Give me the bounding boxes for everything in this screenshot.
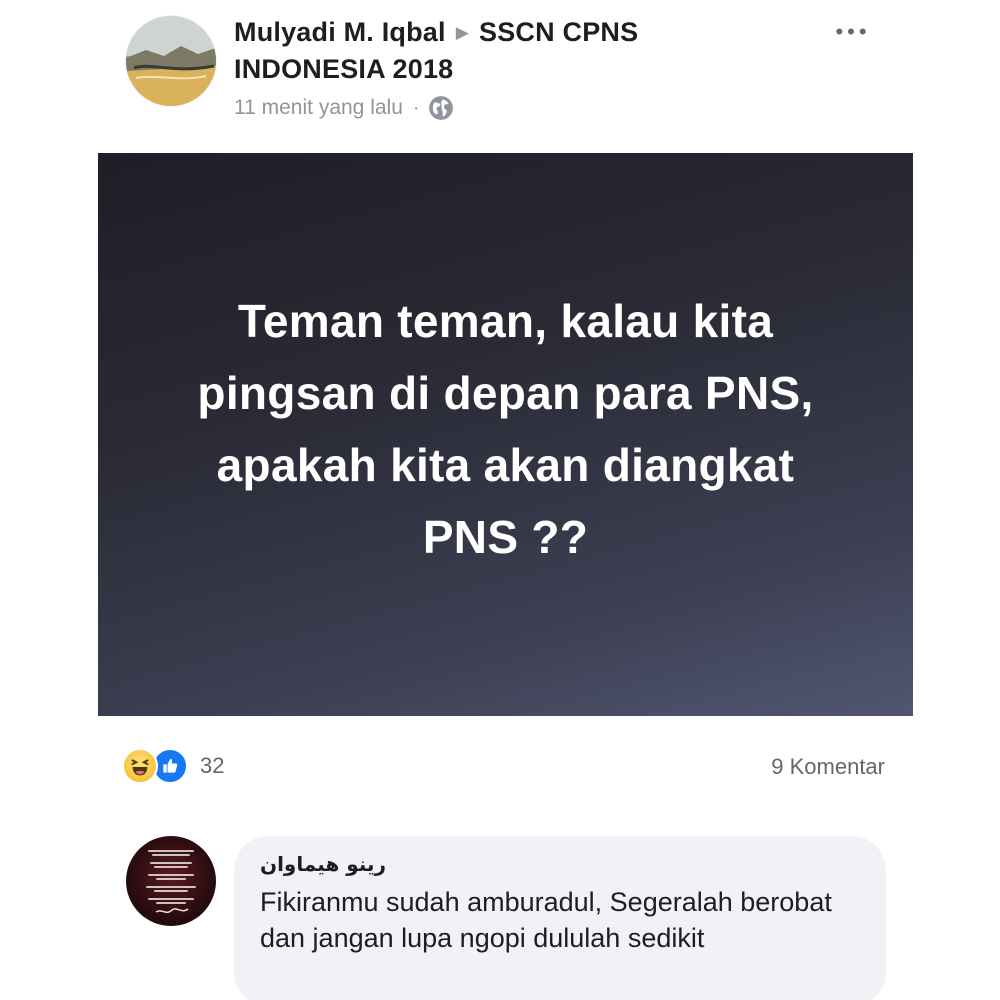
meta-separator: · xyxy=(412,96,420,119)
globe-icon[interactable] xyxy=(428,95,454,121)
post-text-card[interactable]: Teman teman, kalau kita pingsan di depan… xyxy=(98,153,913,716)
post-title-line: Mulyadi M. Iqbal ▶ SSCN CPNS xyxy=(234,14,794,51)
more-options-button[interactable]: ••• xyxy=(828,14,878,50)
post-meta: 11 menit yang lalu · xyxy=(234,95,794,121)
post-timestamp[interactable]: 11 menit yang lalu xyxy=(234,96,403,120)
group-name-line1[interactable]: SSCN CPNS xyxy=(479,17,638,47)
reactions-summary[interactable]: 32 xyxy=(122,748,224,784)
comment-text: Fikiranmu sudah amburadul, Segeralah ber… xyxy=(260,887,832,953)
post-card-text: Teman teman, kalau kita pingsan di depan… xyxy=(197,294,814,563)
quote-list-avatar-image xyxy=(146,850,196,914)
author-name[interactable]: Mulyadi M. Iqbal xyxy=(234,17,446,47)
facebook-post-view: Mulyadi M. Iqbal ▶ SSCN CPNS INDONESIA 201… xyxy=(0,0,1000,1000)
author-avatar[interactable] xyxy=(126,16,216,106)
comment-author-name[interactable]: رينو هيماوان xyxy=(260,850,860,878)
comments-count-link[interactable]: 9 Komentar xyxy=(771,754,885,780)
commenter-avatar[interactable] xyxy=(126,836,216,926)
reaction-count[interactable]: 32 xyxy=(200,753,224,779)
haha-reaction-icon xyxy=(122,748,158,784)
comment-bubble[interactable]: رينو هيماوان Fikiranmu sudah amburadul, … xyxy=(234,836,886,1000)
group-name-line2[interactable]: INDONESIA 2018 xyxy=(234,51,794,87)
arrow-right-icon: ▶ xyxy=(455,23,469,42)
landscape-avatar-image xyxy=(126,16,216,106)
post-header: Mulyadi M. Iqbal ▶ SSCN CPNS INDONESIA 201… xyxy=(234,14,794,121)
